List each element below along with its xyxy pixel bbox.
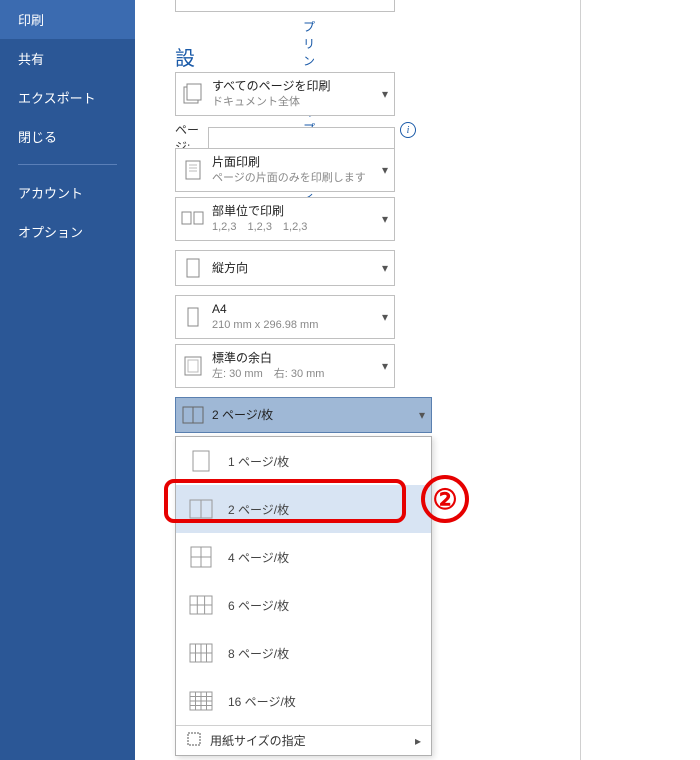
chevron-right-icon: ▸ [415,734,421,748]
setting-oneside-label: 片面印刷 [212,154,374,171]
grid-1-icon [186,446,216,476]
setting-margin-sub: 左: 30 mm 右: 30 mm [212,367,374,382]
main-panel: プリンターのプロパティ 設定 すべてのページを印刷 ドキュメント全体 ▾ ページ… [135,0,700,760]
dropdown-item-6[interactable]: 6 ページ/枚 [176,581,431,629]
chevron-down-icon: ▾ [376,149,394,191]
chevron-down-icon: ▾ [376,345,394,387]
pages-input[interactable] [208,127,395,149]
printer-box-bottom [175,0,395,12]
setting-collate-label: 部単位で印刷 [212,203,374,220]
collate-icon [176,198,210,240]
setting-orientation[interactable]: 縦方向 ▾ [175,250,395,286]
dropdown-item-8[interactable]: 8 ページ/枚 [176,629,431,677]
dropdown-item-4[interactable]: 4 ページ/枚 [176,533,431,581]
info-icon[interactable]: i [400,122,416,138]
setting-print-all[interactable]: すべてのページを印刷 ドキュメント全体 ▾ [175,72,395,116]
paper-icon [176,296,210,338]
sidebar-item-share[interactable]: 共有 [0,39,135,78]
setting-persheet[interactable]: 2 ページ/枚 ▾ [175,397,432,433]
sidebar-item-print[interactable]: 印刷 [0,0,135,39]
setting-paper-label: A4 [212,301,374,318]
persheet-icon [176,398,210,432]
chevron-down-icon: ▾ [376,198,394,240]
dropdown-papersize[interactable]: 用紙サイズの指定 ▸ [176,725,431,755]
setting-collate[interactable]: 部単位で印刷 1,2,3 1,2,3 1,2,3 ▾ [175,197,395,241]
grid-6-icon [186,590,216,620]
sidebar: 印刷 共有 エクスポート 閉じる アカウント オプション [0,0,135,760]
setting-oneside[interactable]: 片面印刷 ページの片面のみを印刷します ▾ [175,148,395,192]
grid-4-icon [186,542,216,572]
pages-icon [176,73,210,115]
setting-orientation-label: 縦方向 [212,260,374,277]
chevron-down-icon: ▾ [376,251,394,285]
sidebar-item-account[interactable]: アカウント [0,173,135,212]
setting-print-all-sub: ドキュメント全体 [212,95,374,110]
sidebar-item-options[interactable]: オプション [0,212,135,251]
sidebar-separator [18,164,117,165]
setting-print-all-label: すべてのページを印刷 [212,78,374,95]
grid-2-icon [186,494,216,524]
setting-margin[interactable]: 標準の余白 左: 30 mm 右: 30 mm ▾ [175,344,395,388]
dropdown-item-2[interactable]: 2 ページ/枚 [176,485,431,533]
chevron-down-icon: ▾ [376,73,394,115]
grid-16-icon [186,686,216,716]
setting-margin-label: 標準の余白 [212,350,374,367]
setting-collate-sub: 1,2,3 1,2,3 1,2,3 [212,220,374,235]
setting-paper-sub: 210 mm x 296.98 mm [212,318,374,333]
setting-persheet-label: 2 ページ/枚 [212,407,411,424]
setting-oneside-sub: ページの片面のみを印刷します [212,171,374,186]
grid-8-icon [186,638,216,668]
setting-paper[interactable]: A4 210 mm x 296.98 mm ▾ [175,295,395,339]
chevron-down-icon: ▾ [413,398,431,432]
papersize-icon [186,731,202,750]
orientation-icon [176,251,210,285]
chevron-down-icon: ▾ [376,296,394,338]
sidebar-item-close[interactable]: 閉じる [0,117,135,156]
sidebar-item-export[interactable]: エクスポート [0,78,135,117]
oneside-icon [176,149,210,191]
persheet-dropdown: 1 ページ/枚 2 ページ/枚 4 ページ/枚 6 ページ/枚 8 ページ/枚 … [175,436,432,756]
dropdown-item-16[interactable]: 16 ページ/枚 [176,677,431,725]
margin-icon [176,345,210,387]
dropdown-item-1[interactable]: 1 ページ/枚 [176,437,431,485]
